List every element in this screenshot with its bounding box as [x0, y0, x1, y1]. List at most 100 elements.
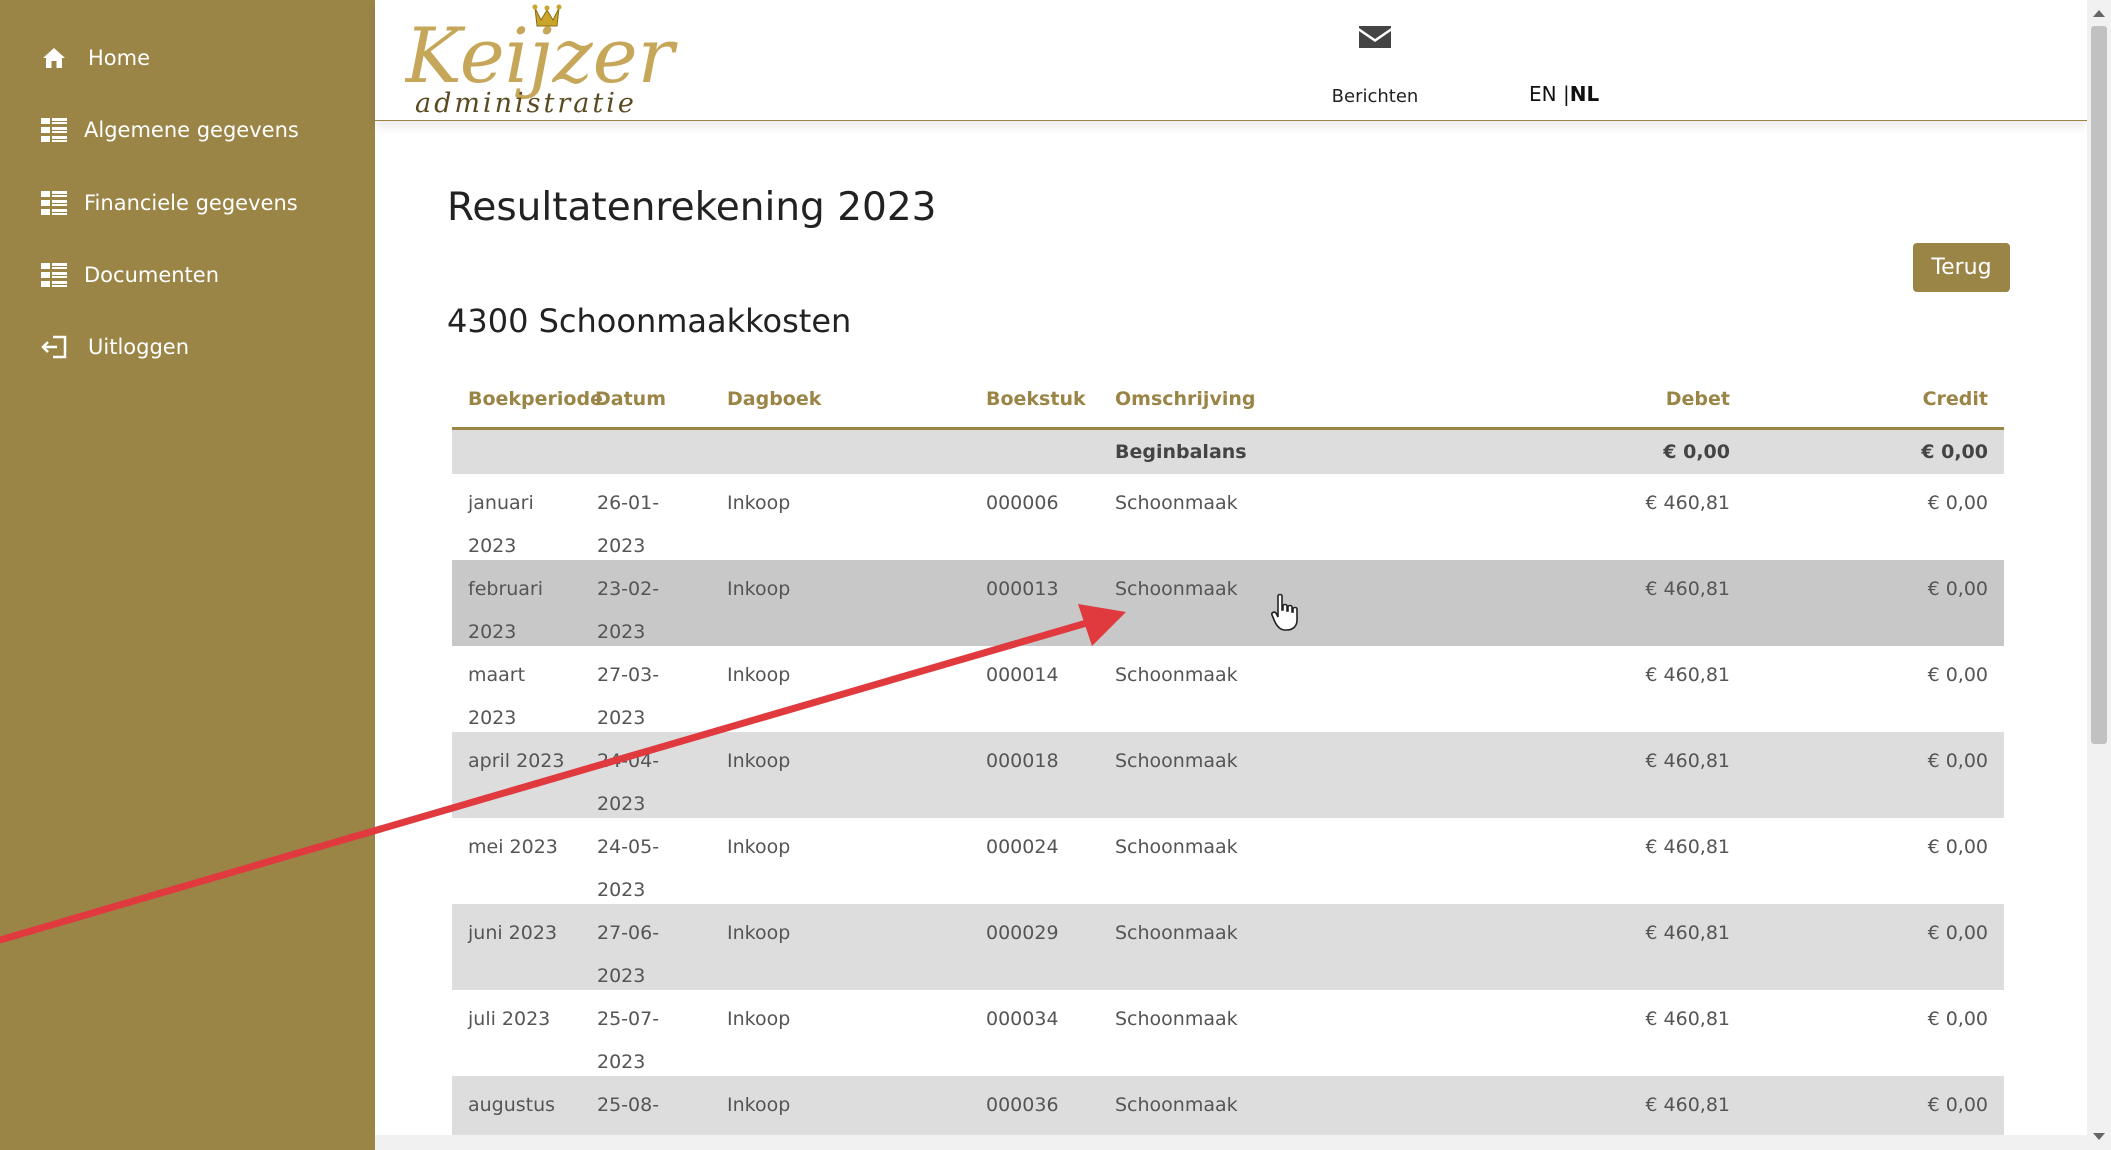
cell-datum: 25-08-	[597, 1094, 660, 1116]
table-row[interactable]: mei 2023 24-05- 2023 Inkoop 000024 Schoon…	[452, 818, 2004, 904]
sidebar-item-algemene-gegevens[interactable]: Algemene gegevens	[40, 110, 299, 150]
cell-datum: 26-01- 2023	[597, 492, 660, 557]
lang-nl-link[interactable]: NL	[1570, 82, 1599, 106]
cell-dagboek: Inkoop	[727, 664, 791, 686]
cell-boekstuk: 000006	[986, 492, 1059, 514]
account-title: 4300 Schoonmaakkosten	[447, 302, 852, 340]
cell-omschrijving: Schoonmaak	[1115, 836, 1238, 858]
sidebar: Home Algemene gegevens Financiele gegeve…	[0, 0, 375, 1150]
cell-credit: € 0,00	[1927, 836, 1988, 858]
cell-datum: 23-02- 2023	[597, 578, 660, 643]
cell-boekperiode: februari 2023	[468, 578, 544, 643]
messages-label: Berichten	[1331, 86, 1419, 107]
cell-dagboek: Inkoop	[727, 578, 791, 600]
scroll-down-icon[interactable]	[2093, 1133, 2105, 1140]
table-row-beginbalans: Beginbalans € 0,00 € 0,00	[452, 430, 2004, 474]
cell-credit: € 0,00	[1927, 492, 1988, 514]
cell-datum: 25-07- 2023	[597, 1008, 660, 1073]
cell-boekperiode: juli 2023	[468, 1008, 551, 1030]
cell-boekstuk: 000018	[986, 750, 1059, 772]
cell-boekstuk: 000036	[986, 1094, 1059, 1116]
cell-credit: € 0,00	[1921, 441, 1988, 463]
sidebar-item-financiele-gegevens[interactable]: Financiele gegevens	[40, 183, 298, 223]
scroll-up-icon[interactable]	[2093, 10, 2105, 17]
sidebar-item-home[interactable]: Home	[40, 38, 150, 78]
cell-omschrijving: Schoonmaak	[1115, 1008, 1238, 1030]
cell-omschrijving: Schoonmaak	[1115, 492, 1238, 514]
cell-boekperiode: april 2023	[468, 750, 565, 772]
sidebar-item-uitloggen[interactable]: Uitloggen	[40, 327, 189, 367]
back-button[interactable]: Terug	[1913, 243, 2010, 292]
mail-icon	[1359, 26, 1391, 48]
cell-omschrijving: Beginbalans	[1115, 441, 1247, 463]
cell-debet: € 460,81	[1645, 836, 1730, 858]
home-icon	[40, 44, 68, 72]
column-header-boekstuk[interactable]: Boekstuk	[986, 388, 1086, 410]
cell-debet: € 460,81	[1645, 750, 1730, 772]
cell-dagboek: Inkoop	[727, 922, 791, 944]
cell-dagboek: Inkoop	[727, 492, 791, 514]
sidebar-item-documenten[interactable]: Documenten	[40, 255, 219, 295]
table-row[interactable]: maart 2023 27-03- 2023 Inkoop 000014 Schoo…	[452, 646, 2004, 732]
cell-boekstuk: 000013	[986, 578, 1059, 600]
svg-text:Keijzer: Keijzer	[405, 11, 679, 100]
cell-boekstuk: 000014	[986, 664, 1059, 686]
cell-debet: € 460,81	[1645, 922, 1730, 944]
cell-boekperiode: maart 2023	[468, 664, 526, 729]
table-row[interactable]: februari 2023 23-02- 2023 Inkoop 000013 Sc…	[452, 560, 2004, 646]
cell-boekstuk: 000029	[986, 922, 1059, 944]
lang-separator: |	[1562, 82, 1570, 106]
cell-omschrijving: Schoonmaak	[1115, 664, 1238, 686]
list-icon	[40, 116, 68, 144]
language-switcher: EN |NL	[1529, 82, 1599, 106]
cell-credit: € 0,00	[1927, 1008, 1988, 1030]
scrollbar-thumb[interactable]	[2091, 26, 2107, 744]
cell-boekperiode: augustus	[468, 1094, 556, 1116]
column-header-boekperiode[interactable]: Boekperiode	[468, 388, 603, 410]
cell-omschrijving: Schoonmaak	[1115, 578, 1238, 600]
table-row[interactable]: juni 2023 27-06- 2023 Inkoop 000029 Schoo…	[452, 904, 2004, 990]
list-icon	[40, 261, 68, 289]
cell-boekstuk: 000024	[986, 836, 1059, 858]
horizontal-scrollbar[interactable]	[375, 1135, 2087, 1150]
lang-en-link[interactable]: EN	[1529, 82, 1557, 106]
cell-boekperiode: juni 2023	[468, 922, 558, 944]
cell-boekperiode: januari 2023	[468, 492, 534, 557]
table-row[interactable]: januari 2023 26-01- 2023 Inkoop 000006 Sch…	[452, 474, 2004, 560]
cell-dagboek: Inkoop	[727, 1094, 791, 1116]
cell-datum: 24-04- 2023	[597, 750, 660, 815]
cell-credit: € 0,00	[1927, 922, 1988, 944]
cell-credit: € 0,00	[1927, 1094, 1988, 1116]
table-header: Boekperiode Datum Dagboek Boekstuk Omsch…	[452, 366, 2004, 430]
table-row[interactable]: juli 2023 25-07- 2023 Inkoop 000034 Schoo…	[452, 990, 2004, 1076]
cell-debet: € 460,81	[1645, 1094, 1730, 1116]
column-header-debet[interactable]: Debet	[1666, 388, 1730, 410]
cell-boekperiode: mei 2023	[468, 836, 558, 858]
cell-datum: 27-03- 2023	[597, 664, 660, 729]
sidebar-item-label: Financiele gegevens	[84, 191, 298, 215]
column-header-dagboek[interactable]: Dagboek	[727, 388, 821, 410]
vertical-scrollbar[interactable]	[2087, 0, 2111, 1150]
messages-button[interactable]: Berichten	[1315, 14, 1435, 114]
column-header-omschrijving[interactable]: Omschrijving	[1115, 388, 1255, 410]
page-title: Resultatenrekening 2023	[447, 185, 937, 230]
table-row[interactable]: april 2023 24-04- 2023 Inkoop 000018 Scho…	[452, 732, 2004, 818]
sidebar-item-label: Uitloggen	[88, 335, 190, 359]
cell-datum: 24-05- 2023	[597, 836, 660, 901]
cell-credit: € 0,00	[1927, 750, 1988, 772]
svg-text:administratie: administratie	[415, 88, 637, 118]
list-icon	[40, 189, 68, 217]
cell-omschrijving: Schoonmaak	[1115, 922, 1238, 944]
column-header-datum[interactable]: Datum	[595, 388, 675, 410]
cell-debet: € 460,81	[1645, 664, 1730, 686]
cell-debet: € 0,00	[1663, 441, 1730, 463]
cell-dagboek: Inkoop	[727, 836, 791, 858]
sidebar-item-label: Algemene gegevens	[84, 118, 299, 142]
top-header: Keijzer administratie Berichten EN |NL	[375, 0, 2087, 121]
ledger-table: Boekperiode Datum Dagboek Boekstuk Omsch…	[452, 366, 2004, 1150]
cell-credit: € 0,00	[1927, 578, 1988, 600]
cell-boekstuk: 000034	[986, 1008, 1059, 1030]
company-logo[interactable]: Keijzer administratie	[403, 2, 685, 119]
column-header-credit[interactable]: Credit	[1923, 388, 1988, 410]
cell-debet: € 460,81	[1645, 578, 1730, 600]
